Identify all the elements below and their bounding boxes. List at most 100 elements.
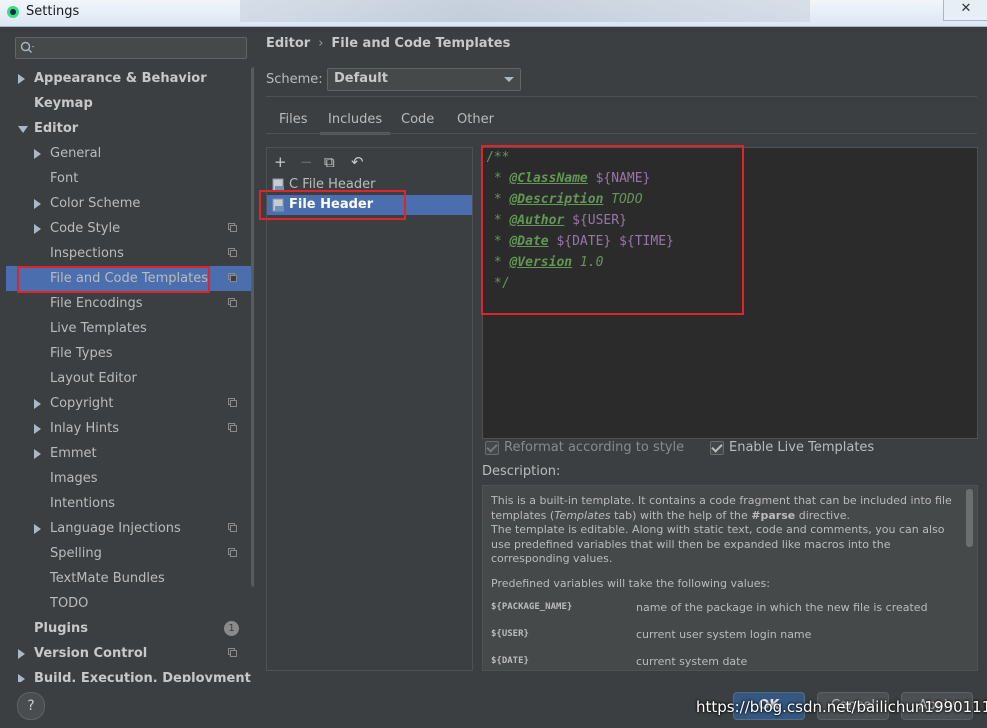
window-title: Settings [26,4,80,19]
project-scope-icon [228,298,237,307]
sidebar-item-todo[interactable]: TODO [6,591,254,616]
checkbox-box [710,441,724,455]
description-paragraph-3: Predefined variables will take the follo… [491,577,770,590]
checkbox-box [485,441,499,455]
sidebar-item-inlay-hints[interactable]: Inlay Hints [6,416,254,441]
sidebar-item-label: General [50,146,102,161]
sidebar-item-label: Font [50,171,79,186]
highlight-box-sidebar-item [17,266,210,293]
variable-name: ${USER} [491,629,529,639]
tab-code[interactable]: Code [401,109,434,135]
sidebar-item-plugins[interactable]: Plugins 1 [6,616,254,641]
watermark-url: https://blog.csdn.net/bailichun19901111 [696,698,987,716]
chevron-right-icon[interactable] [34,424,41,434]
chevron-right-icon[interactable] [34,149,41,159]
tab-files[interactable]: Files [279,109,308,135]
sidebar-item-live-templates[interactable]: Live Templates [6,316,254,341]
variable-description: name of the package in which the new fil… [636,601,928,614]
chevron-right-icon[interactable] [34,199,41,209]
sidebar-item-label: Plugins [34,621,88,636]
sidebar-item-label: Copyright [50,396,114,411]
search-input[interactable] [15,37,247,59]
description-scrollbar[interactable] [966,489,973,547]
reformat-label: Reformat according to style [504,440,685,455]
project-scope-icon [228,273,237,282]
sidebar-item-spelling[interactable]: Spelling [6,541,254,566]
variable-name: ${DATE} [491,656,529,666]
sidebar-item-file-encodings[interactable]: File Encodings [6,291,254,316]
update-count-badge: 1 [224,621,239,636]
help-button[interactable]: ? [17,692,45,720]
chevron-right-icon[interactable] [34,399,41,409]
sidebar-item-label: Images [50,471,98,486]
description-text: tab) with the help of the [610,508,752,522]
scheme-label: Scheme: [266,72,323,87]
project-scope-icon [228,423,237,432]
sidebar-item-label: File Encodings [50,296,143,311]
sidebar-item-label: Layout Editor [50,371,137,386]
close-button[interactable]: ✕ [943,0,987,21]
sidebar-item-textmate-bundles[interactable]: TextMate Bundles [6,566,254,591]
chevron-down-icon [504,77,514,82]
tabs-divider [266,133,977,134]
sidebar-scrollbar[interactable] [251,67,254,587]
sidebar-item-language-injections[interactable]: Language Injections [6,516,254,541]
sidebar-item-emmet[interactable]: Emmet [6,441,254,466]
sidebar-item-layout-editor[interactable]: Layout Editor [6,366,254,391]
sidebar-item-copyright[interactable]: Copyright [6,391,254,416]
variable-description: current user system login name [636,628,812,641]
remove-icon[interactable]: − [300,153,313,171]
sidebar-item-appearance-behavior[interactable]: Appearance & Behavior [6,66,254,91]
sidebar-item-label: Spelling [50,546,102,561]
sidebar-item-font[interactable]: Font [6,166,254,191]
tab-other[interactable]: Other [457,109,494,135]
scheme-dropdown[interactable]: Default [327,68,521,91]
sidebar-item-build-execution-deployment[interactable]: Build, Execution, Deployment [6,666,254,682]
background-editor-tabs [240,0,810,22]
description-label: Description: [482,464,561,479]
chevron-right-icon[interactable] [18,649,25,659]
sidebar-item-label: Inlay Hints [50,421,119,436]
chevron-right-icon[interactable] [34,524,41,534]
description-paragraph-1: This is a built-in template. It contains… [491,494,961,523]
sidebar-item-intentions[interactable]: Intentions [6,491,254,516]
scheme-value: Default [334,71,388,86]
variable-description: current system date [636,655,748,668]
settings-content: Editor › File and Code Templates Scheme: D… [256,27,987,682]
sidebar-item-images[interactable]: Images [6,466,254,491]
search-icon [20,41,34,53]
chevron-right-icon[interactable] [34,224,41,234]
sidebar-item-inspections[interactable]: Inspections [6,241,254,266]
sidebar-item-code-style[interactable]: Code Style [6,216,254,241]
sidebar-item-keymap[interactable]: Keymap [6,91,254,116]
chevron-right-icon[interactable] [18,674,25,682]
add-icon[interactable]: + [274,153,287,171]
description-directive: #parse [751,508,796,522]
sidebar-item-editor[interactable]: Editor [6,116,254,141]
sidebar-item-color-scheme[interactable]: Color Scheme [6,191,254,216]
chevron-right-icon[interactable] [18,74,25,84]
breadcrumb-current: File and Code Templates [331,36,511,51]
sidebar-item-general[interactable]: General [6,141,254,166]
reset-icon[interactable]: ↶ [351,153,364,171]
android-studio-icon [7,6,19,18]
breadcrumb-separator: › [318,36,324,51]
project-scope-icon [228,248,237,257]
sidebar-item-label: Build, Execution, Deployment [34,671,251,682]
highlight-box-template [259,190,406,220]
sidebar-item-label: TODO [50,596,89,611]
tab-includes[interactable]: Includes [320,109,391,135]
sidebar-item-label: TextMate Bundles [50,571,165,586]
variable-name: ${PACKAGE_NAME} [491,602,573,612]
sidebar-item-label: File Types [50,346,113,361]
project-scope-icon [228,523,237,532]
breadcrumb-parent[interactable]: Editor [266,36,310,51]
copy-icon[interactable]: ⧉ [324,153,335,171]
sidebar-item-file-types[interactable]: File Types [6,341,254,366]
chevron-right-icon[interactable] [34,449,41,459]
sidebar-item-label: Inspections [50,246,124,261]
chevron-down-icon[interactable] [18,126,28,133]
sidebar-item-label: Code Style [50,221,121,236]
sidebar-item-version-control[interactable]: Version Control [6,641,254,666]
sidebar-item-label: Language Injections [50,521,181,536]
